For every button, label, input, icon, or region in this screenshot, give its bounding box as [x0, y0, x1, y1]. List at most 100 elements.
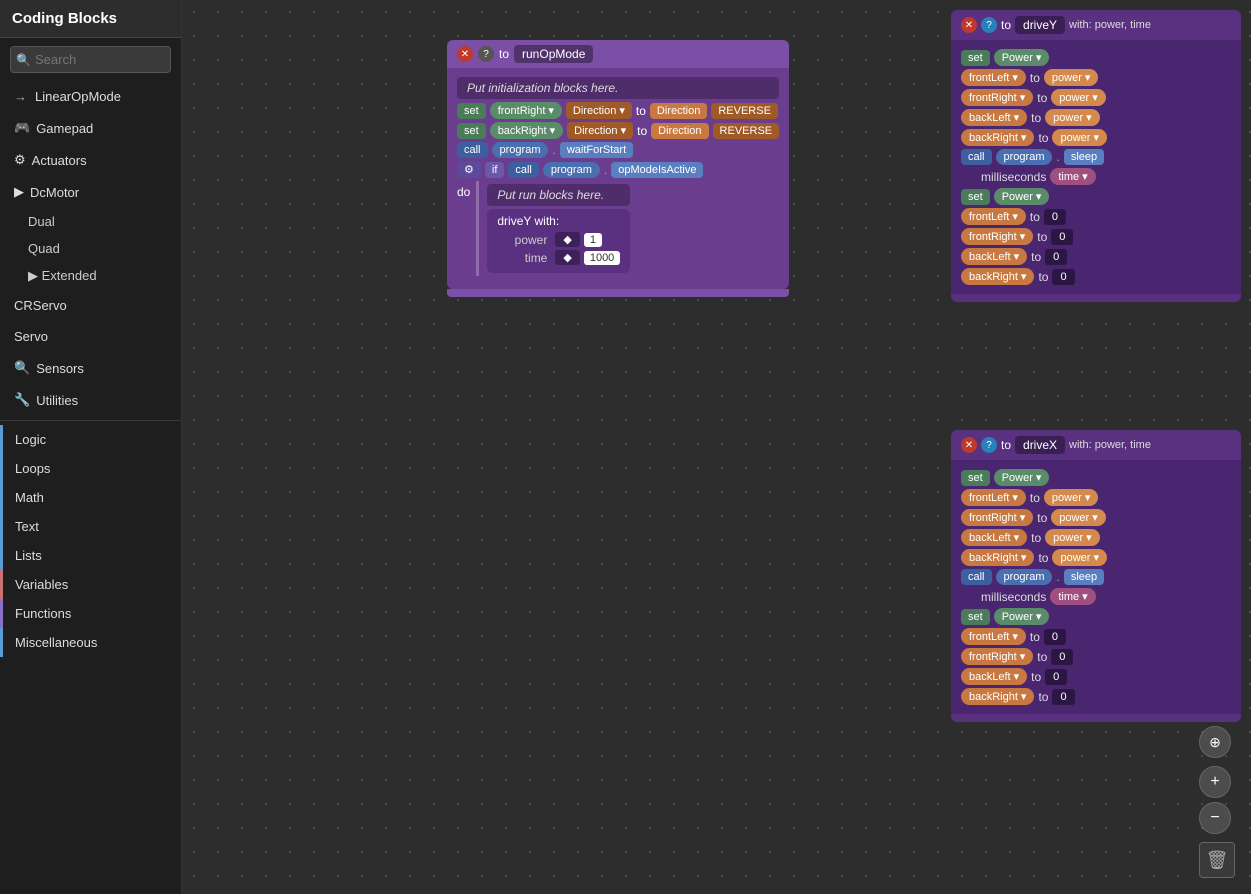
trash-btn[interactable]: 🗑 — [1199, 842, 1235, 878]
search-input[interactable] — [10, 46, 171, 73]
power-val-dd[interactable]: power ▾ — [1044, 69, 1099, 86]
help-drive-y-btn[interactable]: ? — [981, 17, 997, 33]
fl-dd-zero[interactable]: frontLeft ▾ — [961, 208, 1026, 225]
to-kw6: to — [1037, 230, 1047, 244]
sidebar-item-text[interactable]: Text — [0, 512, 181, 541]
time-connector: ◆ — [555, 250, 579, 265]
front-left-dd[interactable]: frontLeft ▾ — [961, 69, 1026, 86]
sidebar-item-logic[interactable]: Logic — [0, 425, 181, 454]
power-dropdown2[interactable]: Power ▾ — [994, 188, 1050, 205]
sidebar-item-lists[interactable]: Lists — [0, 541, 181, 570]
category-label: Variables — [15, 577, 68, 592]
chevron-right-icon: ▶ — [28, 268, 38, 283]
power-value[interactable]: 1 — [584, 233, 602, 247]
help-drive-x-btn[interactable]: ? — [981, 437, 997, 453]
drive-x-body: set Power ▾ frontLeft ▾ to power ▾ front… — [951, 460, 1241, 714]
program-obj: program — [492, 142, 549, 158]
power-dropdown[interactable]: Power ▾ — [994, 49, 1050, 66]
back-left-dd-dx[interactable]: backLeft ▾ — [961, 529, 1027, 546]
sidebar-item-variables[interactable]: Variables — [0, 570, 181, 599]
direction-dropdown[interactable]: Direction ▾ — [566, 102, 632, 119]
back-right-dd-dx[interactable]: backRight ▾ — [961, 549, 1034, 566]
front-right-zero-dx: frontRight ▾ to 0 — [961, 648, 1231, 665]
set-power-row-dy2: set Power ▾ — [961, 188, 1231, 205]
set-keyword: set — [457, 103, 486, 119]
direction-dropdown-2[interactable]: Direction ▾ — [567, 122, 633, 139]
zoom-nav-btn[interactable]: ⊕ — [1199, 726, 1231, 758]
sidebar-item-sensors[interactable]: 🔍 Sensors — [0, 352, 181, 384]
drive-y-call-block: driveY with: power ◆ 1 time ◆ 1000 — [487, 209, 630, 273]
sidebar-item-math[interactable]: Math — [0, 483, 181, 512]
bl-dd-zero[interactable]: backLeft ▾ — [961, 248, 1027, 265]
front-right-dropdown[interactable]: frontRight ▾ — [490, 102, 562, 119]
sidebar-item-quad[interactable]: Quad — [0, 235, 181, 262]
set-power-row-dy: set Power ▾ — [961, 49, 1231, 66]
reverse-dropdown[interactable]: REVERSE — [711, 103, 778, 119]
direction-value-2: Direction — [651, 123, 708, 139]
millis-label: milliseconds — [981, 170, 1046, 184]
if-row: ⚙ if call program . opModeIsActive — [457, 161, 779, 178]
gamepad-icon: 🎮 — [14, 120, 30, 136]
power-val-dd3[interactable]: power ▾ — [1045, 109, 1100, 126]
front-left-dd-dx[interactable]: frontLeft ▾ — [961, 489, 1026, 506]
sidebar-item-miscellaneous[interactable]: Miscellaneous — [0, 628, 181, 657]
sidebar-item-crservo[interactable]: CRServo — [0, 290, 181, 321]
sidebar-item-actuators[interactable]: ⚙ Actuators — [0, 144, 181, 176]
time-value[interactable]: 1000 — [584, 251, 620, 265]
zoom-out-btn[interactable]: − — [1199, 802, 1231, 834]
to-kw8: to — [1038, 270, 1048, 284]
close-drive-x-btn[interactable]: ✕ — [961, 437, 977, 453]
fr-dd-zero-dx[interactable]: frontRight ▾ — [961, 648, 1033, 665]
sidebar-item-label: Actuators — [32, 153, 87, 168]
sidebar-item-dc-motor[interactable]: ▶ DcMotor — [0, 176, 181, 208]
sidebar-item-loops[interactable]: Loops — [0, 454, 181, 483]
to-kw5: to — [1030, 210, 1040, 224]
power-val-dd-dx[interactable]: power ▾ — [1044, 489, 1099, 506]
close-block-btn[interactable]: ✕ — [457, 46, 473, 62]
sidebar-item-servo[interactable]: Servo — [0, 321, 181, 352]
br-dd-zero-dx[interactable]: backRight ▾ — [961, 688, 1034, 705]
sidebar-item-label: Quad — [28, 241, 60, 256]
main-canvas[interactable]: ✕ ? to runOpMode Put initialization bloc… — [182, 0, 1251, 894]
br-dd-zero[interactable]: backRight ▾ — [961, 268, 1034, 285]
drive-y-tail — [951, 294, 1241, 302]
back-left-dd[interactable]: backLeft ▾ — [961, 109, 1027, 126]
power-val-dd3-dx[interactable]: power ▾ — [1045, 529, 1100, 546]
back-right-row-dy: backRight ▾ to power ▾ — [961, 129, 1231, 146]
time-dd-dx[interactable]: time ▾ — [1050, 588, 1095, 605]
sidebar-item-extended[interactable]: ▶ Extended — [0, 262, 181, 290]
if-keyword: if — [485, 162, 505, 178]
power-val-dd4[interactable]: power ▾ — [1052, 129, 1107, 146]
sidebar-item-linear-op-mode[interactable]: LinearOpMode — [0, 81, 181, 112]
to-kw4-dx: to — [1038, 551, 1048, 565]
drive-x-function-block: ✕ ? to driveX with: power, time set Powe… — [951, 430, 1241, 722]
sidebar-title: Coding Blocks — [0, 0, 181, 38]
power-dropdown-dx[interactable]: Power ▾ — [994, 469, 1050, 486]
reverse-dropdown-2[interactable]: REVERSE — [713, 123, 780, 139]
close-drive-y-btn[interactable]: ✕ — [961, 17, 977, 33]
back-right-dropdown[interactable]: backRight ▾ — [490, 122, 563, 139]
time-dd[interactable]: time ▾ — [1050, 168, 1095, 185]
sidebar-item-utilities[interactable]: 🔧 Utilities — [0, 384, 181, 416]
power-dropdown2-dx[interactable]: Power ▾ — [994, 608, 1050, 625]
back-left-row-dy: backLeft ▾ to power ▾ — [961, 109, 1231, 126]
fl-dd-zero-dx[interactable]: frontLeft ▾ — [961, 628, 1026, 645]
power-val-dd2-dx[interactable]: power ▾ — [1051, 509, 1106, 526]
run-op-mode-block: ✕ ? to runOpMode Put initialization bloc… — [447, 40, 789, 297]
to-kw5-dx: to — [1030, 630, 1040, 644]
front-right-dd[interactable]: frontRight ▾ — [961, 89, 1033, 106]
sidebar-item-dual[interactable]: Dual — [0, 208, 181, 235]
front-right-dd-dx[interactable]: frontRight ▾ — [961, 509, 1033, 526]
sidebar-item-functions[interactable]: Functions — [0, 599, 181, 628]
millis-row-dx: milliseconds time ▾ — [961, 588, 1231, 605]
power-val-dd2[interactable]: power ▾ — [1051, 89, 1106, 106]
drive-x-tail — [951, 714, 1241, 722]
bl-dd-zero-dx[interactable]: backLeft ▾ — [961, 668, 1027, 685]
sidebar-item-gamepad[interactable]: 🎮 Gamepad — [0, 112, 181, 144]
category-label: Functions — [15, 606, 71, 621]
power-val-dd4-dx[interactable]: power ▾ — [1052, 549, 1107, 566]
zoom-in-btn[interactable]: + — [1199, 766, 1231, 798]
fr-dd-zero[interactable]: frontRight ▾ — [961, 228, 1033, 245]
help-block-btn[interactable]: ? — [478, 46, 494, 62]
back-right-dd[interactable]: backRight ▾ — [961, 129, 1034, 146]
